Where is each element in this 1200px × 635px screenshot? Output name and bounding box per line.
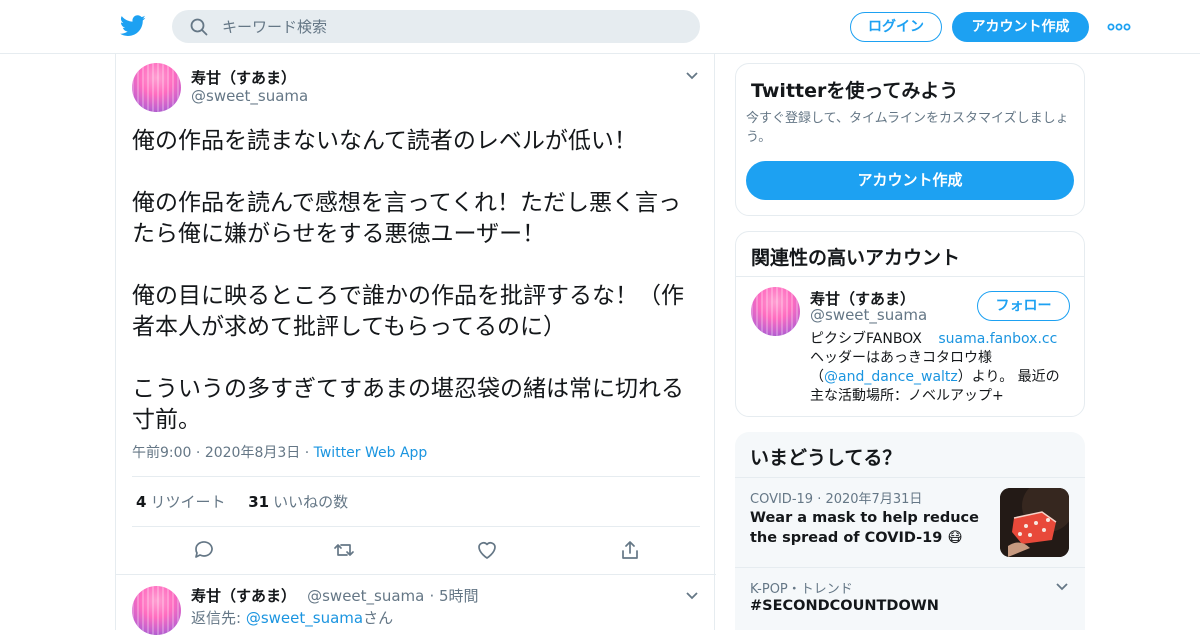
related-accounts-card: 関連性の高いアカウント 寿甘（すあま） @sweet_suama フォロー ピク… [735,231,1085,417]
chevron-down-icon[interactable] [1055,582,1069,592]
reply-to-line: 返信先: @sweet_suamaさん [191,607,393,628]
like-count: 31 [248,493,270,511]
reply-to-prefix: 返信先: [191,609,246,627]
retweet-count: 4 [136,493,147,511]
trends-title: いまどうしてる？ [750,447,902,469]
trend-category: COVID-19 [750,492,814,507]
trends-card: いまどうしてる？ COVID-19 · 2020年7月31日 Wear a ma… [735,432,1085,630]
divider [132,476,700,477]
retweet-label: リツイート [150,493,226,511]
trend-meta: COVID-19 · 2020年7月31日 [750,488,922,507]
retweet-stat[interactable]: 4 リツイート [136,493,225,511]
trend-item[interactable]: COVID-19 · 2020年7月31日 Wear a mask to hel… [735,478,1085,566]
reply-author-name[interactable]: 寿甘（すあま） [191,587,296,605]
reply-to-handle[interactable]: @sweet_suama [246,609,363,627]
tweet-time[interactable]: 午前9:00 [132,445,191,461]
author-name[interactable]: 寿甘（すあま） [191,67,296,88]
heart-icon[interactable] [475,538,499,562]
tweet-paragraph: 俺の作品を読まないなんて読者のレベルが低い！ [132,128,637,154]
tweet-paragraph: 俺の目に映るところで誰かの作品を批評するな！（作者本人が求めて批評してもらってる… [132,283,684,340]
like-label: いいねの数 [273,493,349,511]
login-button[interactable]: ログイン [850,12,942,42]
signup-card: Twitterを使ってみよう 今すぐ登録して、タイムラインをカスタマイズしましょ… [735,63,1085,216]
search-icon [190,18,208,36]
reply-time[interactable]: 5時間 [439,587,479,605]
follow-button[interactable]: フォロー [977,291,1070,321]
bio-link[interactable]: suama.fanbox.cc [938,331,1057,347]
twitter-logo-icon[interactable] [120,14,146,38]
search-input[interactable] [222,10,682,43]
signup-card-button[interactable]: アカウント作成 [746,161,1074,200]
retweet-icon[interactable] [332,538,356,562]
trend-item[interactable]: K-POP・トレンド #SECONDCOUNTDOWN [735,568,1085,630]
avatar[interactable] [132,586,181,635]
trend-text: #SECONDCOUNTDOWN [750,598,939,614]
separator: · [304,445,314,461]
tweet-source-link[interactable]: Twitter Web App [314,445,428,461]
related-accounts-title: 関連性の高いアカウント [751,247,961,269]
divider [116,574,716,575]
tweet-actions [132,538,700,562]
trend-thumbnail[interactable] [1000,488,1069,557]
more-options-icon[interactable] [1106,18,1132,36]
mask-image-icon [1000,488,1069,557]
trend-date: 2020年7月31日 [825,492,923,507]
tweet-metadata: 午前9:00 · 2020年8月3日 · Twitter Web App [132,442,427,462]
separator: · [429,587,439,605]
divider [736,276,1084,277]
avatar[interactable] [751,287,800,336]
avatar[interactable] [132,63,181,112]
divider [132,526,700,527]
signup-card-description: 今すぐ登録して、タイムラインをカスタマイズしましょう。 [746,111,1069,145]
tweet-column: 寿甘（すあま） @sweet_suama 俺の作品を読まないなんて読者のレベルが… [115,54,716,635]
author-handle[interactable]: @sweet_suama [191,87,308,105]
search-bar[interactable] [172,10,700,43]
signup-card-title: Twitterを使ってみよう [751,80,959,102]
reply-author-handle[interactable]: @sweet_suama [307,587,424,605]
tweet-paragraph: 俺の作品を読んで感想を言ってくれ！ただし悪く言ったら俺に嫌がらせをする悪徳ユーザ… [132,190,682,247]
reply-header: 寿甘（すあま） @sweet_suama · 5時間 [191,585,479,606]
signup-button[interactable]: アカウント作成 [952,12,1089,42]
reply-to-suffix: さん [363,609,394,627]
chevron-down-icon[interactable] [685,71,699,81]
related-account-handle[interactable]: @sweet_suama [810,306,927,324]
tweet-date[interactable]: 2020年8月3日 [205,445,300,461]
like-stat[interactable]: 31 いいねの数 [248,493,348,511]
related-account-bio: ピクシブFANBOX suama.fanbox.cc ヘッダーはあっきコタロウ様… [810,330,1072,406]
chevron-down-icon[interactable] [685,591,699,601]
share-icon[interactable] [618,538,642,562]
tweet-text: 俺の作品を読まないなんて読者のレベルが低い！ 俺の作品を読んで感想を言ってくれ！… [132,126,702,467]
tweet-stats: 4 リツイート 31 いいねの数 [136,491,348,512]
bio-mention[interactable]: @and_dance_waltz [824,369,958,385]
reply-icon[interactable] [192,538,216,562]
trend-category: K-POP・トレンド [750,582,853,597]
tweet-paragraph: こういうの多すぎてすあまの堪忍袋の緒は常に切れる寸前。 [132,376,684,433]
top-bar: ログイン アカウント作成 [0,0,1200,54]
bio-text: ピクシブFANBOX [810,331,922,347]
separator: · [195,445,205,461]
trend-text: Wear a mask to help reduce the spread of… [750,510,979,546]
